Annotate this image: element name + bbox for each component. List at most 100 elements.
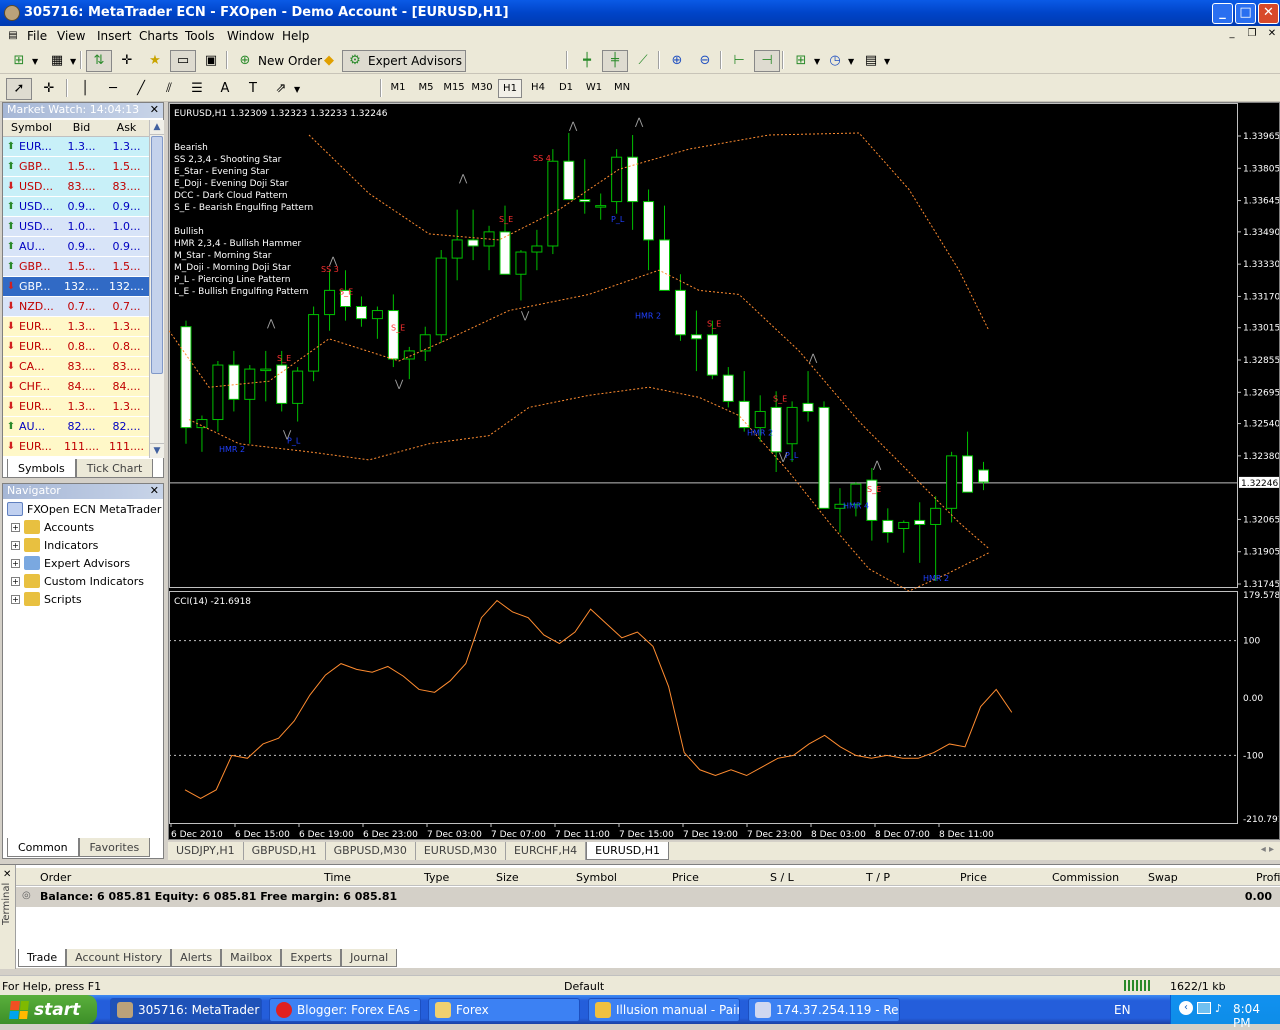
navigator-root[interactable]: FXOpen ECN MetaTrader: [7, 502, 161, 516]
clock[interactable]: 8:04 PM: [1233, 1002, 1280, 1030]
timeframe-m30[interactable]: M30: [470, 79, 494, 98]
navigator-item-accounts[interactable]: + Accounts: [11, 520, 94, 534]
column-bid[interactable]: Bid: [59, 120, 104, 136]
tray-expand-icon[interactable]: ‹: [1179, 1001, 1193, 1015]
trendline-tool[interactable]: ╱: [128, 78, 154, 100]
crosshair-tool[interactable]: ✛: [36, 78, 62, 100]
cursor-tool[interactable]: ➚: [6, 78, 32, 100]
expand-icon[interactable]: +: [11, 522, 20, 532]
task-metatrader[interactable]: 305716: MetaTrader ...: [110, 998, 262, 1022]
chart-tab[interactable]: USDJPY,H1: [168, 842, 244, 860]
menu-tools[interactable]: Tools: [185, 29, 215, 43]
mdi-restore-icon[interactable]: ❐: [1244, 28, 1260, 42]
zoom-in-button[interactable]: ⊕: [664, 50, 690, 72]
new-order-button[interactable]: ⊕ New Order: [232, 50, 326, 72]
expand-icon[interactable]: +: [11, 594, 20, 604]
expand-icon[interactable]: +: [11, 558, 20, 568]
data-window-button[interactable]: ✛: [114, 50, 140, 72]
tab-symbols[interactable]: Symbols: [7, 459, 76, 478]
terminal-tab[interactable]: Mailbox: [221, 949, 282, 967]
market-watch-row[interactable]: ⬆ AU... 82.... 82....: [3, 417, 149, 437]
network-icon[interactable]: [1197, 1002, 1211, 1014]
maximize-button[interactable]: □: [1235, 3, 1256, 24]
volume-icon[interactable]: ♪: [1215, 1002, 1222, 1015]
scroll-thumb[interactable]: [151, 136, 163, 374]
channel-tool[interactable]: ⫽: [156, 78, 182, 100]
navigator-item-indicators[interactable]: + Indicators: [11, 538, 98, 552]
indicators-button[interactable]: ⊞ ▼: [788, 50, 824, 72]
expand-icon[interactable]: +: [11, 540, 20, 550]
column-symbol[interactable]: Symbol: [3, 120, 59, 136]
menu-window[interactable]: Window: [227, 29, 274, 43]
line-chart-button[interactable]: ⟋: [630, 50, 656, 72]
timeframe-w1[interactable]: W1: [582, 79, 606, 98]
market-watch-row[interactable]: ⬆ USD... 0.9... 0.9...: [3, 197, 149, 217]
balance-row[interactable]: ◎ Balance: 6 085.81 Equity: 6 085.81 Fre…: [16, 887, 1280, 907]
tab-favorites[interactable]: Favorites: [78, 838, 151, 857]
market-watch-row[interactable]: ⬆ USD... 1.0... 1.0...: [3, 217, 149, 237]
chart-doc-icon[interactable]: ▤: [4, 28, 22, 44]
market-watch-close-icon[interactable]: ✕: [150, 103, 159, 117]
terminal-column-header[interactable]: Time: [324, 871, 351, 884]
terminal-column-header[interactable]: Swap: [1148, 871, 1178, 884]
timeframe-h4[interactable]: H4: [526, 79, 550, 98]
navigator-item-expert-advisors[interactable]: + Expert Advisors: [11, 556, 130, 570]
terminal-tab[interactable]: Alerts: [171, 949, 222, 967]
chart-tab[interactable]: GBPUSD,M30: [326, 842, 416, 860]
menu-file[interactable]: File: [27, 29, 47, 43]
language-indicator[interactable]: EN: [1114, 1003, 1131, 1017]
scroll-up-icon[interactable]: ▲: [150, 120, 164, 135]
market-watch-row[interactable]: ⬇ EUR... 111.... 111....: [3, 437, 149, 457]
timeframe-mn[interactable]: MN: [610, 79, 634, 98]
close-button[interactable]: ✕: [1258, 3, 1279, 24]
terminal-toggle[interactable]: ▭: [170, 50, 196, 72]
menu-charts[interactable]: Charts: [139, 29, 178, 43]
chart-tab[interactable]: EURUSD,M30: [416, 842, 506, 860]
terminal-tab[interactable]: Trade: [18, 949, 67, 967]
menu-view[interactable]: View: [57, 29, 85, 43]
task-paint[interactable]: Illusion manual - Paint: [588, 998, 740, 1022]
templates-button[interactable]: ▤ ▼: [858, 50, 894, 72]
mdi-close-icon[interactable]: ✕: [1264, 28, 1280, 42]
timeframe-m5[interactable]: M5: [414, 79, 438, 98]
new-chart-button[interactable]: ⊞ ▼: [6, 50, 42, 72]
terminal-column-header[interactable]: T / P: [866, 871, 890, 884]
market-watch-row[interactable]: ⬇ GBP... 132.... 132....: [3, 277, 149, 297]
terminal-tab[interactable]: Journal: [341, 949, 398, 967]
market-watch-row[interactable]: ⬇ USD... 83.... 83....: [3, 177, 149, 197]
navigator-toggle[interactable]: ★: [142, 50, 168, 72]
periods-button[interactable]: ◷ ▼: [822, 50, 858, 72]
market-watch-row[interactable]: ⬆ AU... 0.9... 0.9...: [3, 237, 149, 257]
navigator-item-custom-indicators[interactable]: + Custom Indicators: [11, 574, 144, 588]
tab-scroll-arrows-icon[interactable]: ◂ ▸: [1255, 842, 1280, 860]
title-bar[interactable]: 305716: MetaTrader ECN - FXOpen - Demo A…: [0, 0, 1280, 26]
expert-advisors-button[interactable]: ⚙ Expert Advisors: [342, 50, 466, 72]
chart-tab[interactable]: EURCHF,H4: [506, 842, 587, 860]
terminal-tab[interactable]: Experts: [281, 949, 342, 967]
terminal-column-header[interactable]: Price: [960, 871, 987, 884]
terminal-column-header[interactable]: Price: [672, 871, 699, 884]
vertical-line-tool[interactable]: │: [72, 78, 98, 100]
market-watch-row[interactable]: ⬆ GBP... 1.5... 1.5...: [3, 157, 149, 177]
fibonacci-tool[interactable]: ☰: [184, 78, 210, 100]
market-watch-row[interactable]: ⬆ EUR... 1.3... 1.3...: [3, 137, 149, 157]
task-remote-desktop[interactable]: 174.37.254.119 - Re...: [748, 998, 900, 1022]
text-label-tool[interactable]: T: [240, 78, 266, 100]
terminal-column-header[interactable]: Order: [40, 871, 71, 884]
expand-icon[interactable]: +: [11, 576, 20, 586]
chart-shift-button[interactable]: ⊣: [754, 50, 780, 72]
market-watch-toggle[interactable]: ⇅: [86, 50, 112, 72]
minimize-button[interactable]: _: [1212, 3, 1233, 24]
text-tool[interactable]: A: [212, 78, 238, 100]
timeframe-m15[interactable]: M15: [442, 79, 466, 98]
tab-common[interactable]: Common: [7, 838, 79, 857]
market-watch-row[interactable]: ⬇ CHF... 84.... 84....: [3, 377, 149, 397]
chart-tab[interactable]: EURUSD,H1: [586, 842, 670, 860]
tab-tick-chart[interactable]: Tick Chart: [75, 459, 154, 478]
profiles-button[interactable]: ▦ ▼: [44, 50, 80, 72]
task-forex-folder[interactable]: Forex: [428, 998, 580, 1022]
terminal-column-header[interactable]: Commission: [1052, 871, 1119, 884]
market-watch-row[interactable]: ⬇ EUR... 0.8... 0.8...: [3, 337, 149, 357]
chart-window[interactable]: 1.33965 1.33805 1.33645 1.33490 1.33330 1.331…: [168, 102, 1280, 840]
market-watch-row[interactable]: ⬆ GBP... 1.5... 1.5...: [3, 257, 149, 277]
